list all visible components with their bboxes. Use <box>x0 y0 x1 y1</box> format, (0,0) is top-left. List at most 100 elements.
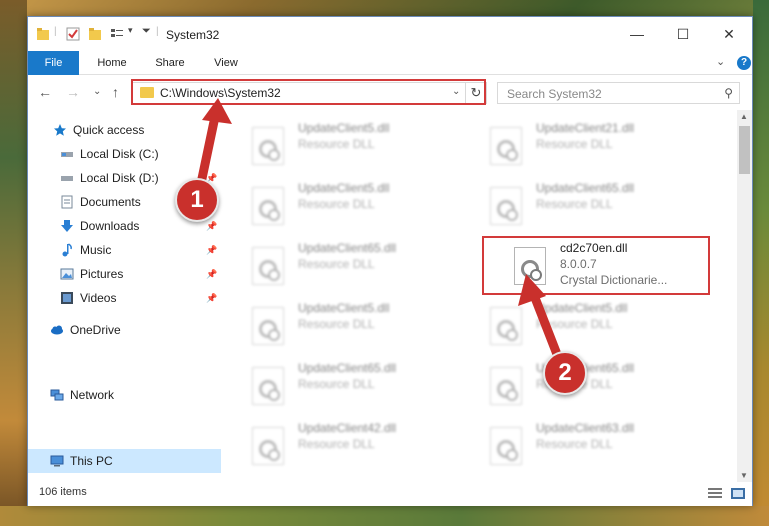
back-arrow-icon[interactable]: ← <box>38 84 52 100</box>
new-folder-icon[interactable] <box>88 27 102 41</box>
file-item[interactable]: UpdateClient42.dll Resource DLL <box>252 421 477 471</box>
file-item[interactable]: UpdateClient65.dll Resource DLL <box>490 361 715 411</box>
file-name: UpdateClient63.dll <box>536 421 635 435</box>
file-item[interactable]: UpdateClient65.dll Resource DLL <box>252 241 477 291</box>
file-name: UpdateClient65.dll <box>298 241 397 255</box>
item-count: 106 items <box>39 486 87 498</box>
toolbar-dropdown-icon[interactable]: ▾ <box>128 25 133 36</box>
step-1-badge: 1 <box>175 178 219 222</box>
close-button[interactable]: ✕ <box>706 17 752 51</box>
file-name: UpdateClient5.dll <box>298 121 390 135</box>
recent-locations-icon[interactable]: ⌄ <box>93 86 101 97</box>
forward-arrow-icon[interactable]: → <box>66 84 80 100</box>
sidebar-item-label: Music <box>80 243 112 257</box>
star-icon <box>54 124 66 136</box>
file-name: UpdateClient42.dll <box>298 421 397 435</box>
desktop-wallpaper-right <box>753 0 769 526</box>
window-title: System32 <box>166 28 220 42</box>
dll-file-icon <box>490 187 522 225</box>
file-item[interactable]: UpdateClient5.dll Resource DLL <box>252 301 477 351</box>
details-view-icon[interactable] <box>708 488 722 499</box>
videos-icon <box>61 292 73 304</box>
file-type: Resource DLL <box>536 137 613 151</box>
file-type: Resource DLL <box>298 137 375 151</box>
file-type: Resource DLL <box>298 317 375 331</box>
separator: | <box>156 26 159 37</box>
properties-icon[interactable] <box>66 27 80 41</box>
pin-icon: 📌 <box>206 293 218 303</box>
separator: | <box>54 26 57 37</box>
file-item[interactable]: UpdateClient5.dll Resource DLL <box>490 301 715 351</box>
download-icon <box>61 220 73 232</box>
file-item[interactable]: UpdateClient63.dll Resource DLL <box>490 421 715 471</box>
vertical-scrollbar[interactable]: ▲ ▼ <box>737 110 752 482</box>
file-name: UpdateClient5.dll <box>298 181 390 195</box>
file-item[interactable]: UpdateClient21.dll Resource DLL <box>490 121 715 171</box>
tab-share[interactable]: Share <box>144 51 196 75</box>
search-input[interactable]: Search System32 <box>507 87 602 101</box>
sidebar-item-label: Videos <box>80 291 117 305</box>
music-icon <box>62 243 72 257</box>
file-item[interactable]: UpdateClient65.dll Resource DLL <box>252 361 477 411</box>
scroll-down-icon[interactable]: ▼ <box>740 471 748 480</box>
dll-file-icon <box>490 307 522 345</box>
step-2-badge: 2 <box>543 351 587 395</box>
desktop-wallpaper-bottom <box>0 506 769 526</box>
title-bar: | ▾ ⏷ | System32 — ☐ ✕ <box>28 17 752 51</box>
dll-file-icon <box>252 367 284 405</box>
file-highlight-box <box>482 236 710 295</box>
minimize-button[interactable]: — <box>614 17 660 51</box>
scroll-thumb[interactable] <box>739 126 750 174</box>
file-item[interactable]: UpdateClient65.dll Resource DLL <box>490 181 715 231</box>
tab-home[interactable]: Home <box>86 51 138 75</box>
pin-icon: 📌 <box>206 269 218 279</box>
address-highlight-box <box>131 79 486 105</box>
file-type: Resource DLL <box>536 197 613 211</box>
dll-file-icon <box>252 307 284 345</box>
file-type: Resource DLL <box>298 437 375 451</box>
network-icon <box>50 389 64 401</box>
drive-icon <box>61 176 73 181</box>
file-name: UpdateClient21.dll <box>536 121 635 135</box>
search-box[interactable]: Search System32 ⚲ <box>497 82 740 104</box>
sidebar-item-label: Quick access <box>73 123 145 137</box>
expand-ribbon-icon[interactable]: ⌄ <box>716 55 725 68</box>
scroll-up-icon[interactable]: ▲ <box>740 112 748 121</box>
file-list: UpdateClient5.dll Resource DLL UpdateCli… <box>246 115 736 481</box>
tab-view[interactable]: View <box>200 51 252 75</box>
documents-icon <box>61 195 73 209</box>
file-type: Resource DLL <box>298 377 375 391</box>
maximize-button[interactable]: ☐ <box>660 17 706 51</box>
dll-file-icon <box>252 427 284 465</box>
sidebar-item-label: This PC <box>70 454 113 468</box>
desktop-wallpaper-left <box>0 0 27 526</box>
pin-icon: 📌 <box>206 245 218 255</box>
sidebar-item-label: Network <box>70 388 115 402</box>
sidebar-item-label: OneDrive <box>70 323 121 337</box>
dll-file-icon <box>252 247 284 285</box>
file-item[interactable]: UpdateClient5.dll Resource DLL <box>252 181 477 231</box>
file-type: Resource DLL <box>536 317 613 331</box>
large-icons-view-icon[interactable] <box>731 488 745 499</box>
customize-toolbar-icon[interactable] <box>110 27 124 41</box>
status-bar: 106 items <box>28 482 752 506</box>
ribbon-tabs: File Home Share View ⌄ ? <box>28 51 752 75</box>
pictures-icon <box>60 268 74 280</box>
file-type: Resource DLL <box>298 197 375 211</box>
folder-icon <box>37 28 49 40</box>
customize-quick-access-icon[interactable]: ⏷ <box>142 25 151 38</box>
sidebar-item-label: Pictures <box>80 267 124 281</box>
tab-file[interactable]: File <box>28 51 79 75</box>
dll-file-icon <box>252 187 284 225</box>
sidebar-item-label: Local Disk (D:) <box>80 171 159 185</box>
dll-file-icon <box>490 427 522 465</box>
help-icon[interactable]: ? <box>737 56 751 70</box>
cloud-icon <box>51 325 63 335</box>
computer-icon <box>50 455 64 467</box>
search-icon[interactable]: ⚲ <box>724 86 733 100</box>
file-type: Resource DLL <box>536 437 613 451</box>
up-arrow-icon[interactable]: ↑ <box>112 84 119 100</box>
sidebar-item-label: Documents <box>80 195 141 209</box>
file-item[interactable]: UpdateClient5.dll Resource DLL <box>252 121 477 171</box>
file-type: Resource DLL <box>298 257 375 271</box>
